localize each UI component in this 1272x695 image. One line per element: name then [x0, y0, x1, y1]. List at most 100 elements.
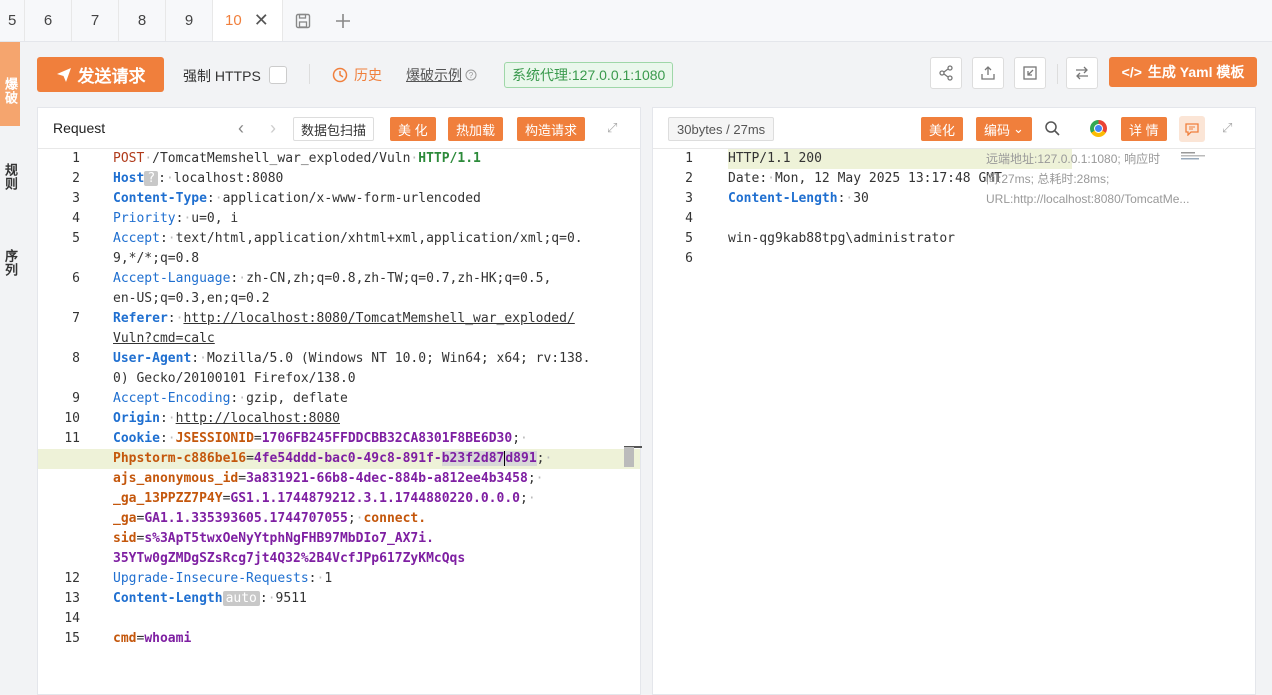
encode-dropdown[interactable]: 编码 ⌄ [976, 117, 1032, 141]
construct-request-label: 构造请求 [525, 122, 578, 138]
line-number: 4 [685, 211, 693, 226]
send-request-button[interactable]: 发送请求 [37, 57, 164, 92]
response-panel: 30bytes / 27ms 美化 编码 ⌄ 详 情 ⤢ 1 HTTP/1.1 20… [652, 107, 1256, 695]
line-number: 14 [64, 611, 80, 626]
method: POST [113, 151, 145, 166]
code-line: _ga=GA1.1.335393605.1744707055;·connect. [113, 511, 427, 526]
code-line: 4 [653, 209, 1255, 229]
cookie-key: _ga_13PPZZ7P4Y [113, 491, 223, 506]
chevron-left-icon[interactable]: ‹ [238, 118, 244, 139]
swap-button[interactable] [1066, 57, 1098, 89]
line-number: 1 [685, 151, 693, 166]
line-number: 12 [64, 571, 80, 586]
header-key: Accept-Encoding [113, 391, 231, 406]
cookie-key: sid [113, 531, 137, 546]
minimap[interactable] [1181, 151, 1213, 161]
body-key: cmd [113, 631, 137, 646]
line-number: 3 [72, 191, 80, 206]
code-line: sid=s%3ApT5twxOeNyYtphNgFHB97MbDIo7_AX7i… [113, 531, 434, 546]
divider [309, 64, 310, 84]
line-number: 13 [64, 591, 80, 606]
code-line: 7 Referer:·http://localhost:8080/TomcatMe… [38, 309, 640, 329]
comment-icon[interactable] [1179, 116, 1205, 142]
construct-request-button[interactable]: 构造请求 [517, 117, 586, 141]
protocol: HTTP/1.1 [418, 151, 481, 166]
code-line: 1 POST·/TomcatMemshell_war_exploded/Vuln·… [38, 149, 640, 169]
sidebar-item-rules[interactable]: 规则 [0, 142, 20, 212]
fuzz-example-link[interactable]: 爆破示例 ? [406, 65, 477, 85]
upload-icon [981, 66, 995, 80]
beautify-response-button[interactable]: 美化 [921, 117, 964, 141]
header-value: zh-CN,zh;q=0.8,zh-TW;q=0.7,zh-HK;q=0.5, [246, 271, 552, 286]
tab-label: 5 [8, 12, 17, 29]
header-key: Accept-Language [113, 271, 231, 286]
beautify-button[interactable]: 美 化 [390, 117, 436, 141]
header-key: Host [113, 171, 145, 186]
header-key: User-Agent [113, 351, 192, 366]
code-line: 9,*/*;q=0.8 [38, 249, 640, 269]
sidebar-item-label: 规则 [3, 163, 18, 191]
history-label: 历史 [354, 67, 382, 83]
code-line: 5 win-qg9kab88tpg\administrator [653, 229, 1255, 249]
header-value: 30 [853, 191, 869, 206]
export-button[interactable] [972, 57, 1004, 89]
force-https-checkbox[interactable] [269, 66, 287, 84]
generate-yaml-button[interactable]: </> 生成 Yaml 模板 [1109, 57, 1257, 87]
header-key: Content-Type [113, 191, 207, 206]
tab-7[interactable]: 7 [72, 0, 119, 41]
scrollbar-thumb[interactable] [624, 447, 634, 467]
chrome-icon[interactable] [1090, 120, 1107, 137]
packet-scan-label: 数据包扫描 [301, 122, 367, 138]
sidebar-item-label: 爆破 [3, 77, 18, 105]
tab-9[interactable]: 9 [166, 0, 213, 41]
header-key: Date [728, 171, 760, 186]
expand-icon[interactable]: ⤢ [607, 120, 617, 136]
details-button[interactable]: 详 情 [1121, 117, 1167, 141]
sidebar-item-label: 序列 [3, 249, 18, 277]
close-icon[interactable]: ✕ [254, 10, 269, 31]
fuzz-example-label: 爆破示例 [406, 67, 462, 83]
share-button[interactable] [930, 57, 962, 89]
code-line: en-US;q=0.3,en;q=0.2 [38, 289, 640, 309]
response-info: 远端地址:127.0.0.1:1080; 响应时间:27ms; 总耗时:28ms… [986, 152, 1190, 206]
code-line: Vuln?cmd=calc [38, 329, 640, 349]
header-key: Origin [113, 411, 160, 426]
packet-scan-button[interactable]: 数据包扫描 [293, 117, 375, 141]
referer-link[interactable]: Vuln?cmd=calc [113, 329, 215, 349]
code-line: 11 Cookie:·JSESSIONID=1706FB245FFDDCBB32C… [38, 429, 640, 449]
header-value: 1 [324, 571, 333, 586]
tab-10[interactable]: 10 ✕ [213, 0, 283, 41]
beautify-label: 美化 [929, 122, 956, 138]
auto-badge[interactable]: auto [222, 591, 260, 606]
hot-load-button[interactable]: 热加载 [448, 117, 504, 141]
cookie-value: 4fe54ddd-bac0-49c8-891f- [253, 451, 442, 466]
host-badge[interactable]: ? [144, 171, 159, 186]
header-value: gzip, deflate [246, 391, 348, 406]
code-line: 2 Host?:·localhost:8080 [38, 169, 640, 189]
plus-icon[interactable] [323, 0, 363, 41]
origin-link[interactable]: http://localhost:8080 [176, 411, 340, 426]
code-icon: </> [1121, 64, 1142, 80]
send-request-label: 发送请求 [77, 67, 146, 86]
expand-icon[interactable]: ⤢ [1222, 120, 1232, 136]
search-icon[interactable] [1044, 120, 1060, 141]
system-proxy-badge[interactable]: 系统代理:127.0.0.1:1080 [504, 62, 674, 88]
header-key: Priority [113, 211, 176, 226]
sidebar-item-fuzz[interactable]: 爆破 [0, 42, 20, 126]
tab-label: 10 [225, 12, 242, 29]
tab-5[interactable]: 5 [0, 0, 25, 41]
save-icon[interactable] [283, 0, 323, 41]
history-button[interactable]: 历史 [332, 65, 382, 85]
referer-link[interactable]: http://localhost:8080/TomcatMemshell_war… [183, 311, 574, 326]
code-line: 10 Origin:·http://localhost:8080 [38, 409, 640, 429]
line-number: 4 [72, 211, 80, 226]
generate-yaml-label: 生成 Yaml 模板 [1147, 64, 1245, 80]
chevron-right-icon[interactable]: › [270, 118, 276, 139]
send-icon [56, 67, 71, 82]
code-line: 12 Upgrade-Insecure-Requests:·1 [38, 569, 640, 589]
tab-8[interactable]: 8 [119, 0, 166, 41]
tab-6[interactable]: 6 [25, 0, 72, 41]
cookie-value: GS1.1.1744879212.3.1.1744880220.0.0.0 [230, 491, 520, 506]
sidebar-item-sequence[interactable]: 序列 [0, 228, 20, 298]
import-button[interactable] [1014, 57, 1046, 89]
